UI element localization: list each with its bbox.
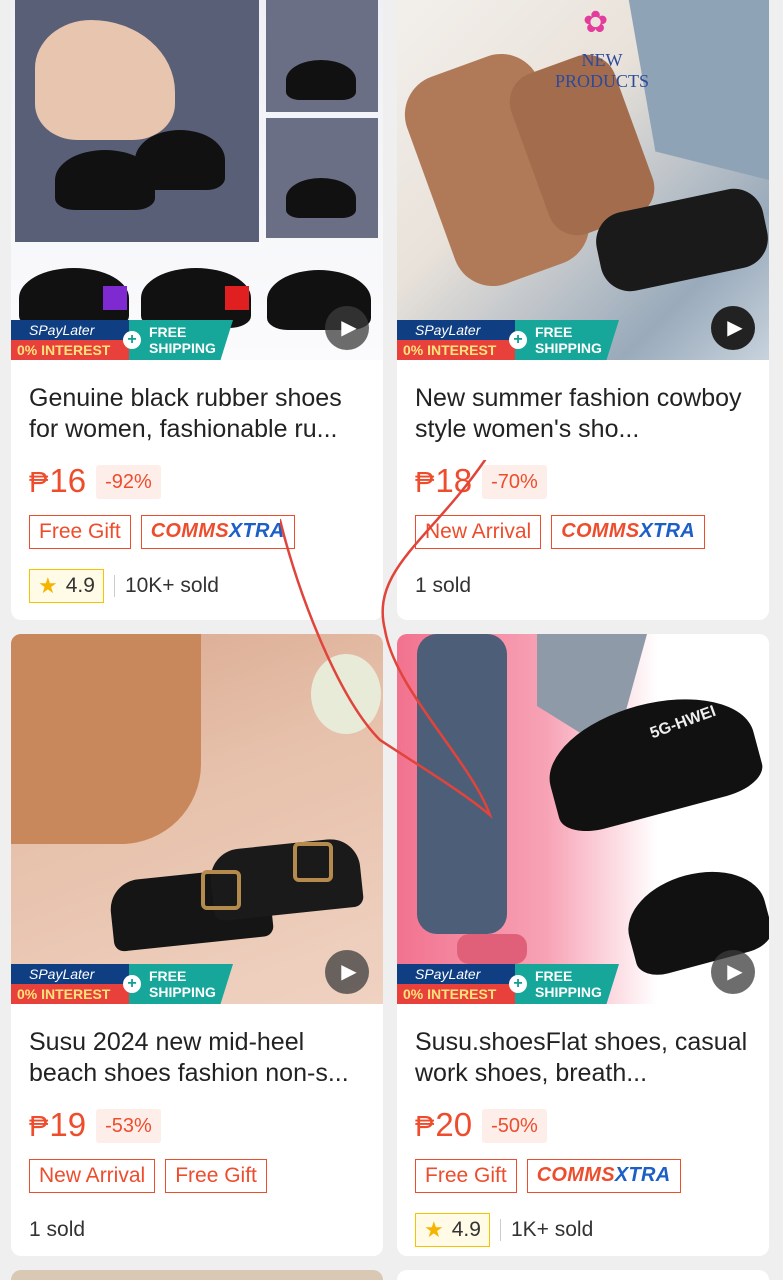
product-image[interactable]: 5G-HWEI SPayLater 0% INTEREST + FREE SHI… — [397, 634, 769, 1004]
play-icon[interactable]: ▶ — [711, 950, 755, 994]
play-icon[interactable]: ▶ — [711, 306, 755, 350]
rating-badge: ★ 4.9 — [415, 1213, 490, 1247]
new-products-text: NEW PRODUCTS — [554, 50, 650, 91]
free-shipping-label: FREE SHIPPING — [129, 320, 233, 360]
rating-badge: ★ 4.9 — [29, 569, 104, 603]
flowers-shape — [311, 654, 381, 734]
product-card[interactable]: 5G-HWEI SPayLater 0% INTEREST + FREE SHI… — [397, 634, 769, 1256]
next-card-peek — [397, 1270, 769, 1280]
sold-count: 10K+ sold — [124, 574, 219, 597]
play-icon[interactable]: ▶ — [325, 306, 369, 350]
sold-count: 1K+ sold — [510, 1218, 594, 1241]
product-title: Genuine black rubber shoes for women, fa… — [29, 384, 342, 443]
plus-icon: + — [123, 975, 141, 993]
interest-label: 0% INTEREST — [11, 340, 129, 360]
discount-badge: -50% — [482, 1109, 547, 1143]
photo-thumb-1 — [266, 0, 378, 112]
next-card-peek — [11, 1270, 383, 1280]
plus-icon: + — [123, 331, 141, 349]
tag-commsxtra: COMMSXTRA — [551, 515, 706, 549]
star-icon: ★ — [38, 573, 58, 598]
tag-commsxtra: COMMSXTRA — [140, 515, 295, 549]
discount-badge: -92% — [96, 465, 161, 499]
product-card[interactable]: SPayLater 0% INTEREST + FREE SHIPPING ▶ … — [11, 0, 383, 620]
discount-badge: -53% — [96, 1109, 161, 1143]
promo-badge: SPayLater 0% INTEREST + FREE SHIPPING — [397, 320, 619, 360]
tag-commsxtra: COMMSXTRA — [526, 1159, 681, 1193]
spaylater-label: SPayLater — [11, 320, 129, 340]
tag-new-arrival: New Arrival — [29, 1159, 156, 1193]
product-card[interactable]: NEW PRODUCTS ✿ SPayLater 0% INTEREST + F… — [397, 0, 769, 620]
discount-badge: -70% — [482, 465, 547, 499]
product-image[interactable]: NEW PRODUCTS ✿ SPayLater 0% INTEREST + F… — [397, 0, 769, 360]
sold-count: 1 sold — [29, 1218, 86, 1241]
product-title: Susu 2024 new mid-heel beach shoes fashi… — [29, 1028, 349, 1087]
promo-badge: SPayLater 0% INTEREST + FREE SHIPPING — [11, 320, 233, 360]
jeans-shape — [417, 634, 507, 934]
product-card[interactable]: SPayLater 0% INTEREST + FREE SHIPPING ▶ … — [11, 634, 383, 1256]
product-title: New summer fashion cowboy style women's … — [415, 384, 742, 443]
plus-icon: + — [509, 331, 527, 349]
price: ₱16 — [29, 462, 87, 499]
tag-new-arrival: New Arrival — [415, 515, 542, 549]
product-image[interactable]: SPayLater 0% INTEREST + FREE SHIPPING ▶ — [11, 634, 383, 1004]
price: ₱18 — [415, 462, 473, 499]
promo-badge: SPayLater 0% INTEREST + FREE SHIPPING — [397, 964, 619, 1004]
tag-free-gift: Free Gift — [29, 515, 131, 549]
sold-count: 1 sold — [415, 574, 472, 597]
promo-badge: SPayLater 0% INTEREST + FREE SHIPPING — [11, 964, 233, 1004]
free-shipping-label: FREE SHIPPING — [515, 320, 619, 360]
pants-shape — [11, 634, 201, 844]
photo-thumb-2 — [266, 118, 378, 238]
photo-main — [15, 0, 259, 242]
free-shipping-label: FREE SHIPPING — [515, 964, 619, 1004]
plus-icon: + — [509, 975, 527, 993]
price: ₱19 — [29, 1106, 87, 1143]
product-image[interactable]: SPayLater 0% INTEREST + FREE SHIPPING ▶ — [11, 0, 383, 360]
free-shipping-label: FREE SHIPPING — [129, 964, 233, 1004]
tag-free-gift: Free Gift — [165, 1159, 267, 1193]
star-icon: ★ — [424, 1217, 444, 1242]
product-title: Susu.shoesFlat shoes, casual work shoes,… — [415, 1028, 748, 1087]
price: ₱20 — [415, 1106, 473, 1143]
play-icon[interactable]: ▶ — [325, 950, 369, 994]
flower-icon: ✿ — [583, 6, 609, 39]
tag-free-gift: Free Gift — [415, 1159, 517, 1193]
